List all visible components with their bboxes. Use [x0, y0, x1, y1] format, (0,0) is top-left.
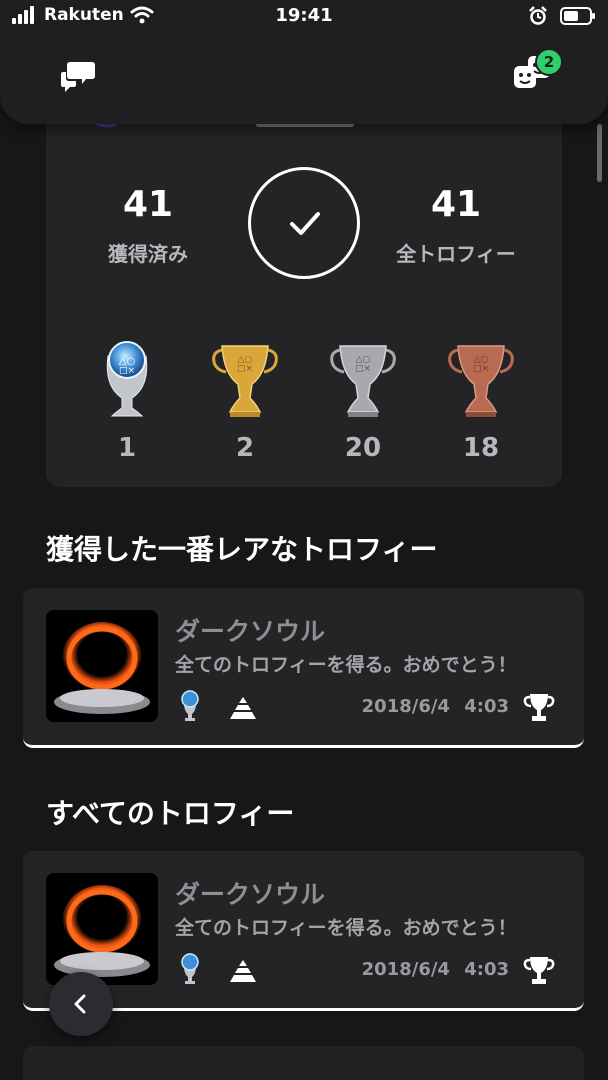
trophy-earned-date: 2018/6/4 4:03: [362, 959, 509, 980]
bronze-count: 18: [462, 433, 500, 463]
trophy-list-item[interactable]: [23, 1046, 584, 1080]
trophy-cup-icon: [523, 694, 555, 721]
gold-count: 2: [235, 433, 255, 463]
status-right: [528, 6, 596, 26]
all-trophies-heading: すべてのトロフィー: [46, 797, 295, 830]
checkmark-icon: [290, 212, 320, 235]
trophy-time: 4:03: [464, 696, 509, 717]
game-thumbnail: [46, 610, 158, 722]
earned-label: 獲得済み: [108, 242, 188, 266]
trophy-earned-date: 2018/6/4 4:03: [362, 696, 509, 717]
svg-text:□×: □×: [119, 366, 135, 376]
platinum-trophy-icon: △○ □×: [106, 341, 148, 417]
earned-count: 41: [122, 184, 174, 225]
svg-text:□×: □×: [355, 364, 371, 374]
platinum-trophy-icon: [181, 953, 199, 984]
trophy-time: 4:03: [464, 959, 509, 980]
platinum-trophy-icon: [181, 690, 199, 721]
trophy-game-title: ダークソウル: [175, 880, 326, 909]
trophy-date: 2018/6/4: [361, 959, 450, 980]
trophy-game-title: ダークソウル: [175, 617, 326, 646]
rarest-trophy-heading: 獲得した一番レアなトロフィー: [46, 533, 438, 566]
silver-trophy: △○ □×: [318, 338, 408, 424]
status-time: 19:41: [275, 5, 333, 26]
gold-trophy-icon: △○ □×: [212, 345, 278, 417]
silver-count: 20: [344, 433, 382, 463]
scroll-indicator: [597, 124, 602, 182]
status-bar: Rakuten 19:41: [0, 0, 608, 34]
back-button[interactable]: [49, 972, 113, 1036]
messages-button[interactable]: [56, 54, 100, 98]
bronze-trophy: △○ □×: [436, 338, 526, 424]
battery-icon: [560, 7, 595, 25]
bronze-trophy-icon: △○ □×: [448, 345, 514, 417]
gold-trophy: △○ □×: [200, 338, 290, 424]
friends-notification-badge: 2: [535, 48, 563, 76]
completion-circle: [248, 167, 360, 279]
game-thumbnail: [46, 873, 158, 985]
silver-trophy-icon: △○ □×: [330, 345, 396, 417]
svg-text:□×: □×: [237, 364, 253, 374]
total-count: 41: [430, 184, 482, 225]
platinum-trophy: △○ □×: [82, 338, 172, 424]
platinum-count: 1: [117, 433, 137, 463]
trophy-cup-icon: [523, 957, 555, 984]
alarm-icon: [529, 6, 547, 25]
total-label: 全トロフィー: [396, 242, 516, 266]
svg-text:□×: □×: [473, 364, 489, 374]
ultra-rare-icon: [230, 697, 256, 719]
ultra-rare-icon: [230, 960, 256, 982]
trophy-summary-screen: Rakuten 19:41 2 41 獲得済み 41 全トロフィー △○ □× …: [0, 0, 608, 1080]
rarest-trophy-card[interactable]: ダークソウル 全てのトロフィーを得る。おめでとう！ 2018/6/4 4:03: [23, 588, 584, 748]
chevron-left-icon: [74, 994, 86, 1014]
trophy-description: 全てのトロフィーを得る。おめでとう！: [175, 654, 517, 676]
top-bar: [0, 34, 608, 124]
chat-bubbles-icon: [61, 62, 95, 92]
trophy-description: 全てのトロフィーを得る。おめでとう！: [175, 917, 517, 939]
trophy-date: 2018/6/4: [361, 696, 450, 717]
